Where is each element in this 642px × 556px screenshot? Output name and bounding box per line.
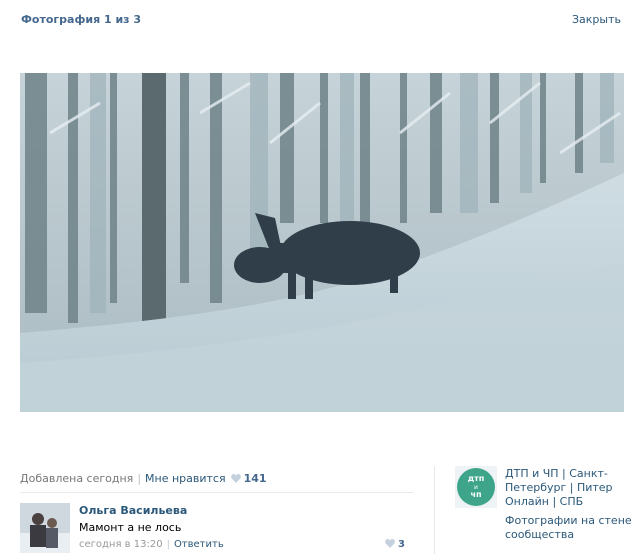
added-line: Добавлена сегодня | Мне нравится 141	[20, 470, 415, 488]
group-avatar[interactable]: дтп и чп	[455, 466, 497, 508]
comment-time: сегодня в 13:20	[79, 539, 163, 550]
heart-icon	[385, 539, 395, 548]
group-name-link[interactable]: ДТП и ЧП | Санкт-Петербург | Питер Онлай…	[505, 467, 633, 509]
added-date: Добавлена сегодня	[20, 472, 134, 485]
photo-info: Добавлена сегодня | Мне нравится 141 Ольга …	[20, 470, 415, 553]
group-avatar-text-top: дтп	[468, 474, 485, 483]
separator: |	[166, 539, 170, 550]
photo-image[interactable]	[20, 73, 624, 412]
photo-illustration	[20, 73, 624, 412]
comment-author[interactable]: Ольга Васильева	[79, 504, 187, 517]
reply-button[interactable]: Ответить	[174, 539, 224, 550]
group-avatar-text-bottom: чп	[470, 490, 481, 499]
like-count: 141	[243, 472, 267, 485]
comment-text: Мамонт а не лось	[79, 521, 182, 534]
like-button[interactable]: Мне нравится	[145, 472, 226, 485]
photo-counter: Фотография 1 из 3	[21, 13, 142, 26]
divider	[20, 492, 413, 493]
comment-like-count: 3	[398, 539, 405, 550]
avatar[interactable]	[20, 503, 70, 553]
avatar-image	[20, 503, 70, 553]
group-album-link[interactable]: Фотографии на стене сообщества	[505, 514, 633, 542]
comment-item: Ольга Васильева Мамонт а не лось сегодня…	[20, 501, 413, 556]
heart-icon[interactable]	[230, 474, 241, 483]
comment-like-button[interactable]: 3	[385, 539, 405, 550]
close-button[interactable]: Закрыть	[572, 13, 621, 26]
viewer-header: Фотография 1 из 3 Закрыть	[0, 0, 642, 40]
column-divider	[434, 466, 435, 554]
comment-meta: сегодня в 13:20 | Ответить	[79, 539, 224, 550]
separator: |	[137, 472, 142, 485]
